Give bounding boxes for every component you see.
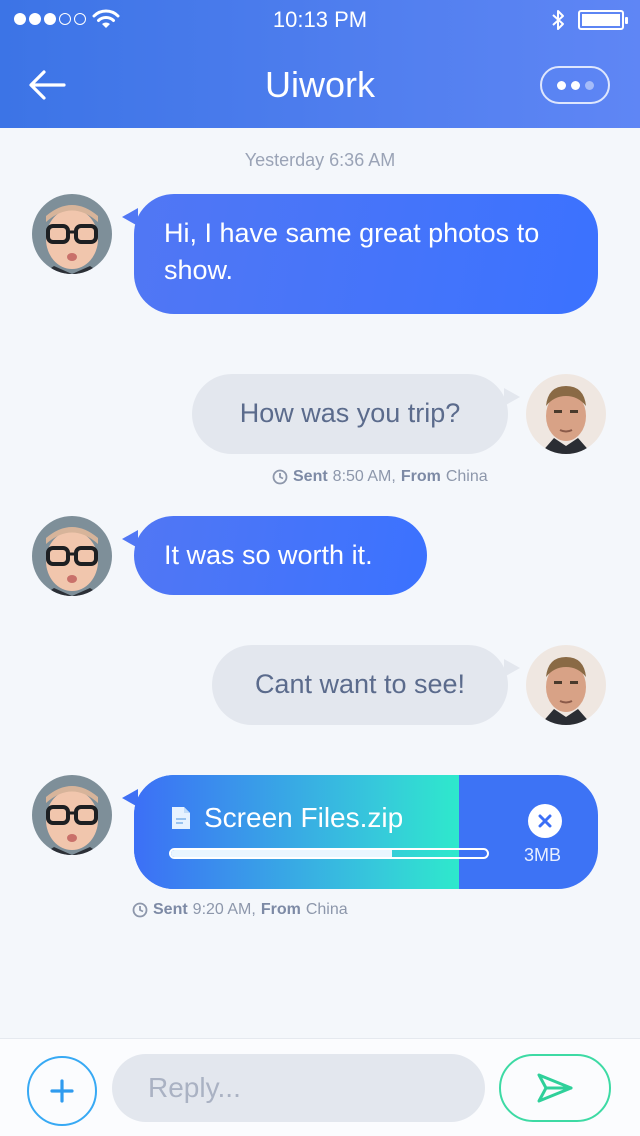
sent-location: China — [305, 901, 348, 918]
avatar-child[interactable] — [32, 194, 112, 274]
message-bubble-incoming: It was so worth it. — [122, 516, 427, 595]
message-bubble-outgoing: Cant want to see! — [212, 645, 520, 725]
plus-icon — [50, 1079, 74, 1103]
from-label: From — [260, 901, 301, 918]
file-name: Screen Files.zip — [204, 802, 404, 833]
from-label: From — [400, 468, 441, 485]
add-attachment-button[interactable] — [27, 1056, 97, 1126]
message-text: How was you trip? — [239, 398, 461, 428]
ellipsis-icon — [556, 80, 566, 90]
clock-icon — [272, 469, 288, 485]
avatar-child[interactable] — [32, 775, 112, 855]
bluetooth-icon — [552, 10, 564, 30]
reply-input[interactable] — [112, 1054, 485, 1122]
sent-time: 8:50 AM, — [332, 468, 396, 485]
sent-time: 9:20 AM, — [192, 901, 256, 918]
file-size: 3MB — [524, 845, 562, 865]
message-composer — [0, 1038, 640, 1136]
avatar-man[interactable] — [526, 645, 606, 725]
document-icon — [172, 807, 190, 829]
message-bubble-incoming: Hi, I have same great photos to show. — [122, 194, 598, 314]
cancel-upload-button[interactable] — [528, 804, 562, 838]
avatar-child[interactable] — [32, 516, 112, 596]
avatar-man[interactable] — [526, 374, 606, 454]
conversation-timestamp: Yesterday 6:36 AM — [244, 150, 396, 170]
message-meta: Sent 8:50 AM, From China — [272, 468, 488, 486]
clock-icon — [132, 902, 148, 918]
sent-label: Sent — [293, 468, 328, 485]
message-meta: Sent 9:20 AM, From China — [132, 901, 348, 919]
message-text: It was so worth it. — [164, 540, 373, 570]
sent-location: China — [445, 468, 488, 485]
sent-label: Sent — [153, 901, 188, 918]
status-time: 10:13 PM — [272, 7, 368, 32]
close-icon — [538, 814, 552, 828]
app-header: 10:13 PM Uiwork — [0, 0, 640, 128]
send-button[interactable] — [499, 1054, 611, 1122]
upload-progress-bar — [169, 848, 489, 859]
more-options-button[interactable] — [540, 66, 610, 104]
message-text: Cant want to see! — [254, 669, 466, 699]
status-bar: 10:13 PM — [0, 0, 640, 40]
upload-progress-fill — [171, 850, 393, 857]
battery-icon — [578, 10, 628, 30]
file-message-bubble[interactable]: Screen Files.zip 3MB — [134, 775, 598, 889]
message-bubble-outgoing: How was you trip? — [192, 374, 520, 454]
message-text: Hi, I have same great photos to show. — [164, 218, 540, 285]
send-icon — [537, 1073, 573, 1103]
